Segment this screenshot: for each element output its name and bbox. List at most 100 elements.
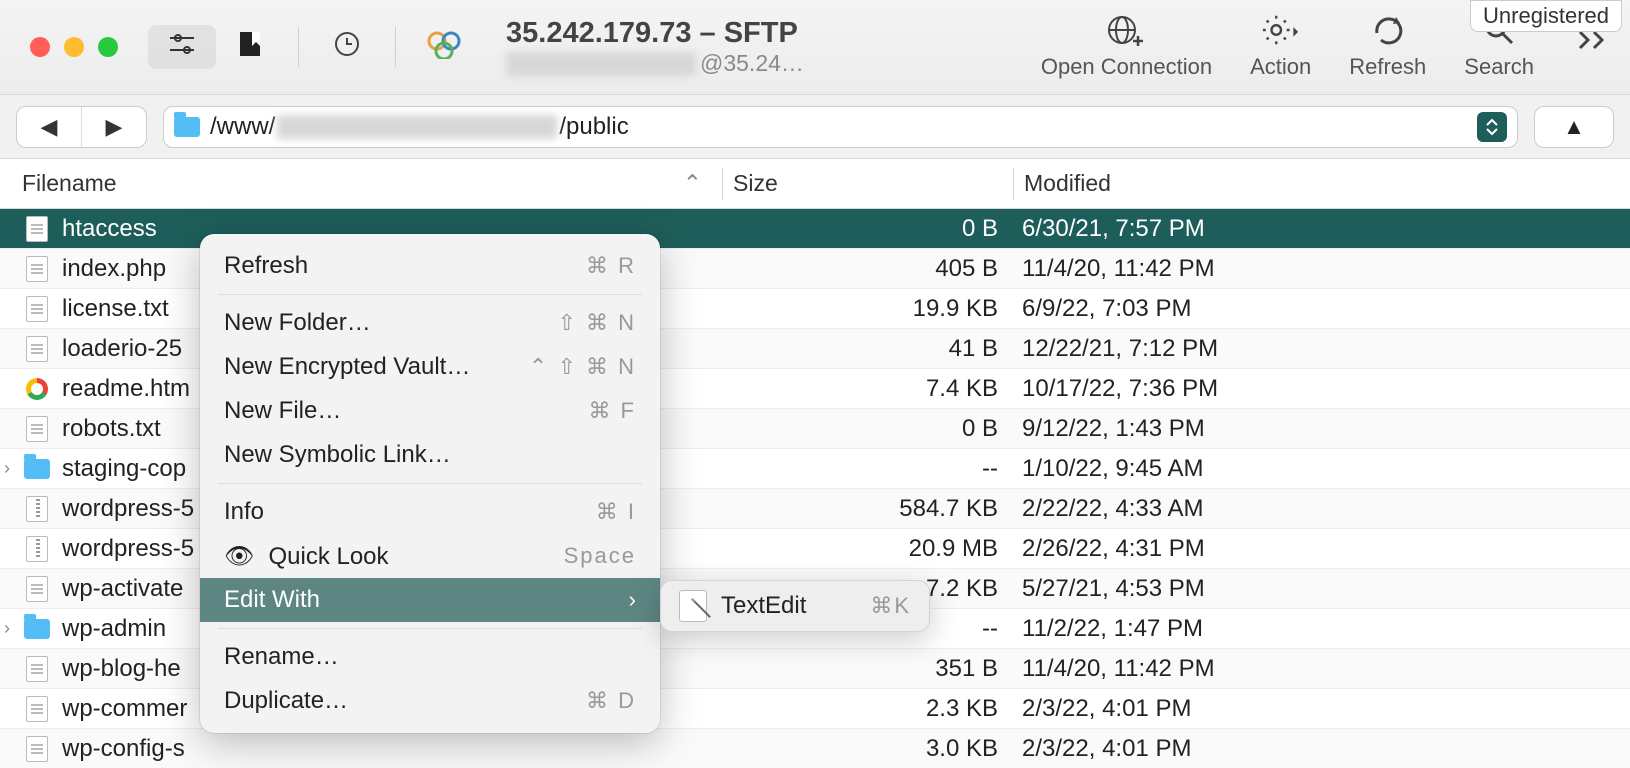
document-icon <box>26 696 48 722</box>
chrome-icon <box>26 378 48 400</box>
file-size: 3.0 KB <box>722 735 1012 763</box>
archive-icon <box>26 496 48 522</box>
triangle-up-icon: ▲ <box>1563 114 1585 140</box>
menu-item[interactable]: Info⌘ I <box>200 490 660 534</box>
file-size: 584.7 KB <box>722 495 1012 523</box>
menu-item-label: Rename… <box>224 643 339 671</box>
menu-item-label: Refresh <box>224 252 308 280</box>
file-size: 351 B <box>722 655 1012 683</box>
chevron-right-icon: › <box>629 587 636 613</box>
action-button[interactable]: Action <box>1250 10 1311 80</box>
file-size: 20.9 MB <box>722 535 1012 563</box>
cyberduck-icon <box>427 29 461 65</box>
cyberduck-icon-button[interactable] <box>410 25 478 69</box>
menu-item[interactable]: Rename… <box>200 635 660 679</box>
file-modified: 2/22/22, 4:33 AM <box>1012 495 1630 523</box>
bookmark-icon <box>238 31 262 63</box>
document-icon <box>26 296 48 322</box>
file-size: 41 B <box>722 335 1012 363</box>
nav-buttons: ◀ ▶ <box>16 106 147 148</box>
file-modified: 2/3/22, 4:01 PM <box>1012 735 1630 763</box>
folder-icon <box>24 459 50 479</box>
menu-separator <box>218 483 642 484</box>
file-size: 405 B <box>722 255 1012 283</box>
file-size: 0 B <box>722 215 1012 243</box>
shortcut-label: ⇧ ⌘ N <box>557 310 636 336</box>
shortcut-label: Space <box>564 543 636 569</box>
menu-item[interactable]: New Symbolic Link… <box>200 433 660 477</box>
disclosure-triangle[interactable]: › <box>4 618 22 639</box>
document-icon <box>26 416 48 442</box>
menu-item[interactable]: New File…⌘ F <box>200 389 660 433</box>
menu-item-label: 👁Quick Look <box>224 542 389 571</box>
document-icon <box>26 216 48 242</box>
document-icon <box>26 656 48 682</box>
history-button[interactable] <box>313 25 381 69</box>
column-header-row: Filename ⌃ Size Modified <box>0 159 1630 209</box>
file-modified: 9/12/22, 1:43 PM <box>1012 415 1630 443</box>
globe-plus-icon <box>1106 10 1146 50</box>
edit-with-submenu: TextEdit ⌘K <box>660 580 930 632</box>
zoom-window-button[interactable] <box>98 37 118 57</box>
context-menu: Refresh⌘ R New Folder… ⇧ ⌘ N New Encrypted … <box>200 234 660 733</box>
triangle-right-icon: ▶ <box>106 114 123 140</box>
path-bar: ◀ ▶ /www//public ▲ <box>0 95 1630 159</box>
gear-icon <box>1261 10 1301 50</box>
toolbar: 35.242.179.73 – SFTP @35.24… Open Connec… <box>0 0 1630 95</box>
column-size[interactable]: Size <box>723 170 1013 197</box>
file-name: wp-config-s <box>62 735 722 763</box>
column-filename[interactable]: Filename ⌃ <box>22 170 722 197</box>
disclosure-triangle[interactable]: › <box>4 458 22 479</box>
folder-icon <box>174 117 200 137</box>
menu-item[interactable]: Refresh⌘ R <box>200 244 660 288</box>
window-subtitle: @35.24… <box>506 50 804 77</box>
submenu-item-label[interactable]: TextEdit <box>721 592 806 620</box>
window-traffic-lights <box>30 37 118 57</box>
open-connection-button[interactable]: Open Connection <box>1041 10 1212 80</box>
menu-item-label: New Symbolic Link… <box>224 441 451 469</box>
nav-back-button[interactable]: ◀ <box>17 107 81 147</box>
file-size: 19.9 KB <box>722 295 1012 323</box>
menu-item[interactable]: Duplicate…⌘ D <box>200 679 660 723</box>
file-size: 0 B <box>722 415 1012 443</box>
menu-item[interactable]: New Folder… ⇧ ⌘ N <box>200 301 660 345</box>
file-modified: 5/27/21, 4:53 PM <box>1012 575 1630 603</box>
table-row[interactable]: wp-config-s3.0 KB2/3/22, 4:01 PM <box>0 729 1630 768</box>
go-up-button[interactable]: ▲ <box>1534 106 1614 148</box>
nav-forward-button[interactable]: ▶ <box>82 107 146 147</box>
shortcut-label: ⌘ D <box>586 688 636 714</box>
bookmarks-button[interactable] <box>216 25 284 69</box>
file-modified: 6/30/21, 7:57 PM <box>1012 215 1630 243</box>
document-icon <box>26 736 48 762</box>
clock-icon <box>334 31 360 63</box>
unregistered-badge: Unregistered <box>1470 0 1622 32</box>
toggle-sidebar-button[interactable] <box>148 25 216 69</box>
file-modified: 12/22/21, 7:12 PM <box>1012 335 1630 363</box>
chevron-up-icon: ⌃ <box>683 170 702 197</box>
eye-icon: 👁 <box>224 543 254 570</box>
file-modified: 2/26/22, 4:31 PM <box>1012 535 1630 563</box>
redacted-text <box>506 52 696 76</box>
minimize-window-button[interactable] <box>64 37 84 57</box>
file-modified: 11/2/22, 1:47 PM <box>1012 615 1630 643</box>
menu-item[interactable]: New Encrypted Vault…⌃ ⇧ ⌘ N <box>200 345 660 389</box>
column-modified[interactable]: Modified <box>1014 170 1630 197</box>
menu-item-label: New Folder… <box>224 309 371 337</box>
textedit-icon <box>679 590 707 622</box>
window-title-text: 35.242.179.73 – SFTP <box>506 17 804 50</box>
path-text: /www//public <box>210 113 629 141</box>
document-icon <box>26 336 48 362</box>
shortcut-label: ⌃ ⇧ ⌘ N <box>529 354 636 380</box>
path-dropdown-button[interactable] <box>1477 112 1507 142</box>
file-size: 7.4 KB <box>722 375 1012 403</box>
shortcut-label: ⌘ F <box>588 398 636 424</box>
triangle-left-icon: ◀ <box>41 114 58 140</box>
close-window-button[interactable] <box>30 37 50 57</box>
menu-item[interactable]: 👁Quick Look Space <box>200 534 660 578</box>
refresh-button[interactable]: Refresh <box>1349 10 1426 80</box>
menu-item[interactable]: Edit With› <box>200 578 660 622</box>
path-field[interactable]: /www//public <box>163 106 1518 148</box>
file-size: 2.3 KB <box>722 695 1012 723</box>
shortcut-label: ⌘ I <box>596 499 636 525</box>
menu-separator <box>218 628 642 629</box>
